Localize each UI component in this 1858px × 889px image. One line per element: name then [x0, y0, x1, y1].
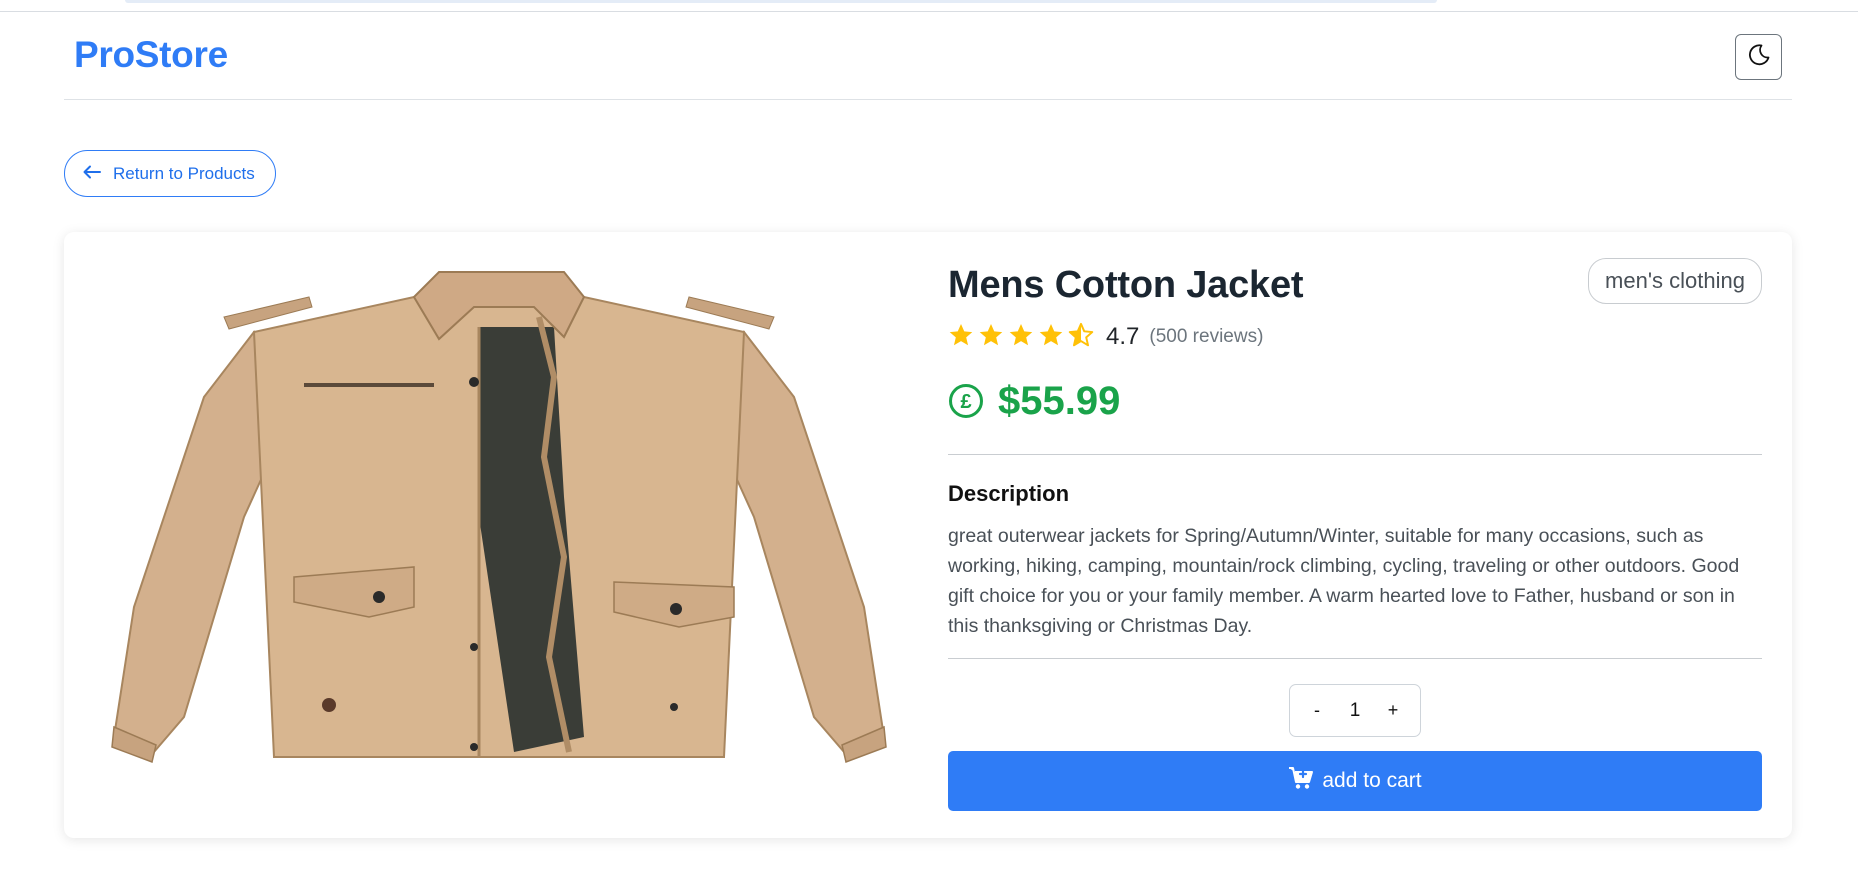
return-to-products-label: Return to Products — [113, 163, 255, 183]
arrow-left-icon — [83, 164, 101, 184]
theme-toggle-button[interactable] — [1735, 34, 1782, 80]
star-icon — [978, 322, 1004, 353]
quantity-decrement-button[interactable]: - — [1302, 700, 1332, 721]
svg-text:£: £ — [960, 391, 971, 413]
navbar: ProStore — [64, 12, 1792, 100]
review-count: (500 reviews) — [1149, 326, 1264, 347]
star-icon — [1008, 322, 1034, 353]
jacket-image — [94, 257, 904, 797]
product-price: $55.99 — [998, 378, 1121, 423]
quantity-stepper: - 1 + — [1289, 684, 1421, 737]
browser-top-strip — [0, 0, 1858, 12]
brand-logo[interactable]: ProStore — [74, 34, 228, 76]
moon-icon — [1747, 43, 1771, 72]
rating-row: 4.7 (500 reviews) — [948, 321, 1762, 353]
rating-stars — [948, 322, 1094, 353]
address-bar-edge — [125, 0, 1437, 3]
divider — [948, 454, 1762, 455]
add-to-cart-button[interactable]: add to cart — [948, 751, 1762, 811]
description-heading: Description — [948, 481, 1070, 506]
return-to-products-button[interactable]: Return to Products — [64, 150, 276, 197]
product-info: men's clothing Mens Cotton Jacket 4.7 (5… — [948, 256, 1762, 811]
star-icon — [1038, 322, 1064, 353]
description-text: great outerwear jackets for Spring/Autum… — [948, 525, 1740, 637]
divider — [948, 658, 1762, 659]
category-badge: men's clothing — [1588, 258, 1762, 304]
product-card: men's clothing Mens Cotton Jacket 4.7 (5… — [64, 232, 1792, 838]
quantity-value[interactable]: 1 — [1335, 700, 1375, 722]
add-to-cart-label: add to cart — [1322, 769, 1422, 792]
price-row: £ $55.99 — [948, 377, 1762, 425]
quantity-increment-button[interactable]: + — [1378, 700, 1408, 721]
star-icon — [948, 322, 974, 353]
star-half-icon — [1068, 322, 1094, 353]
rating-value: 4.7 — [1106, 323, 1140, 350]
pound-circle-icon: £ — [948, 383, 984, 419]
cart-plus-icon — [1288, 766, 1314, 796]
